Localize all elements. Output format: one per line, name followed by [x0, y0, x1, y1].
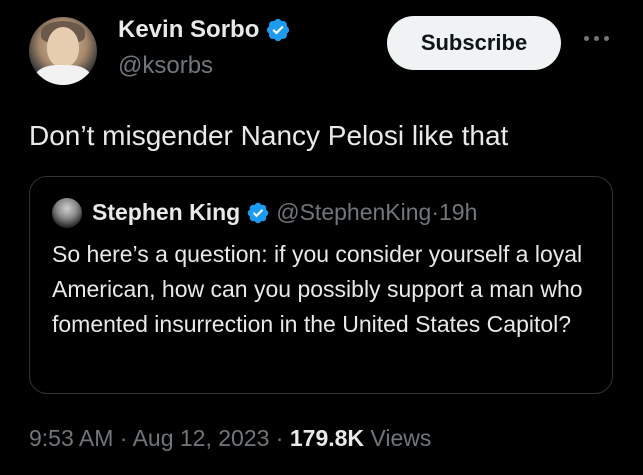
verified-badge-icon — [247, 202, 269, 223]
author-name-row[interactable]: Kevin Sorbo — [118, 16, 291, 44]
tweet-meta: 9:53 AM · Aug 12, 2023 · 179.8K Views — [29, 425, 431, 452]
separator-dot: · — [269, 425, 290, 451]
quoted-text: So here’s a question: if you consider yo… — [52, 241, 583, 337]
subscribe-button[interactable]: Subscribe — [387, 16, 561, 70]
quoted-timestamp[interactable]: 19h — [439, 199, 477, 226]
author-name[interactable]: Kevin Sorbo — [118, 16, 259, 44]
quoted-author-handle[interactable]: @StephenKing — [276, 199, 431, 226]
author-handle[interactable]: @ksorbs — [118, 52, 213, 80]
views-count: 179.8K — [289, 425, 365, 451]
quoted-author-name[interactable]: Stephen King — [92, 199, 240, 226]
tweet-date[interactable]: Aug 12, 2023 — [133, 425, 270, 451]
quoted-author-avatar[interactable] — [52, 198, 82, 228]
tweet-text: Don’t misgender Nancy Pelosi like that — [29, 120, 509, 151]
tweet-time[interactable]: 9:53 AM — [29, 425, 113, 451]
verified-badge-icon — [267, 18, 290, 42]
separator-dot: · — [431, 199, 439, 225]
separator-dot: · — [113, 425, 133, 451]
author-avatar[interactable] — [29, 17, 97, 85]
views-label: Views — [364, 425, 432, 451]
more-options-icon[interactable] — [584, 30, 616, 46]
quoted-tweet[interactable]: Stephen King @StephenKing · 19h So here’… — [29, 176, 613, 394]
quoted-header: Stephen King @StephenKing · 19h — [92, 199, 477, 226]
